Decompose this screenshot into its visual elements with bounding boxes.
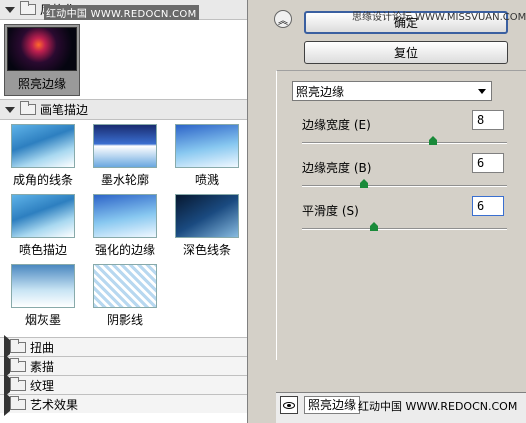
filter-thumb-label: 成角的线条 [12, 173, 73, 187]
category-label: 纹理 [30, 378, 55, 393]
param-label: 平滑度 (S) [302, 204, 359, 218]
filter-thumb-label: 阴影线 [106, 313, 143, 327]
filter-preview-image [7, 27, 77, 71]
param-label: 边缘亮度 (B) [302, 161, 372, 175]
slider-track[interactable] [302, 228, 507, 230]
collapsed-categories: 扭曲 素描 纹理 艺术效果 [0, 335, 247, 416]
category-label: 画笔描边 [40, 103, 89, 117]
filter-preview-image [93, 194, 157, 238]
category-label: 扭曲 [30, 340, 55, 355]
category-label: 艺术效果 [30, 397, 79, 412]
eye-icon[interactable] [280, 396, 298, 414]
filter-thumb[interactable]: 喷溅 [166, 122, 247, 192]
slider-track[interactable] [302, 185, 507, 187]
filter-preview-image [175, 124, 239, 168]
triangle-down-icon[interactable] [4, 104, 16, 116]
filter-thumb[interactable]: 深色线条 [166, 192, 247, 262]
slider-track[interactable] [302, 142, 507, 144]
folder-icon [20, 101, 36, 115]
param-smoothness: 平滑度 (S) 6 [302, 196, 507, 242]
filter-settings-panel: ︽ 确定 思缘设计论坛 WWW.MISSVUAN.COM 复位 照亮边缘 边缘宽… [262, 0, 526, 423]
filter-thumb-label: 喷溅 [194, 173, 219, 187]
folder-icon [10, 357, 26, 372]
filter-thumb-label: 喷色描边 [18, 243, 67, 257]
filter-thumb-label: 强化的边缘 [94, 243, 155, 257]
edge-brightness-input[interactable]: 6 [472, 153, 504, 173]
param-edge-width: 边缘宽度 (E) 8 [302, 110, 507, 156]
folder-icon [10, 395, 26, 410]
folder-icon [20, 1, 36, 15]
filter-thumb[interactable]: 强化的边缘 [84, 192, 166, 262]
triangle-down-icon[interactable] [4, 4, 16, 16]
filter-select-value: 照亮边缘 [296, 84, 345, 99]
edge-width-input[interactable]: 8 [472, 110, 504, 130]
layer-name: 照亮边缘 [304, 396, 361, 414]
reset-button[interactable]: 复位 [304, 41, 508, 64]
category-distort[interactable]: 扭曲 [0, 335, 247, 359]
filter-preview-image [11, 264, 75, 308]
watermark-top: 红动中国 WWW.REDOCN.COM [44, 5, 199, 20]
filter-thumb[interactable]: 墨水轮廓 [84, 122, 166, 192]
filter-preview-image [11, 194, 75, 238]
category-artistic[interactable]: 艺术效果 [0, 392, 247, 416]
filter-preview-image [93, 124, 157, 168]
param-label: 边缘宽度 (E) [302, 118, 371, 132]
brush-thumbnails: 成角的线条 墨水轮廓 喷溅 喷色描边 强化的边缘 深色线条 烟灰墨 阴影线 [0, 120, 247, 332]
filter-thumb-label: 深色线条 [182, 243, 231, 257]
dropdown-arrow-icon[interactable] [475, 84, 489, 98]
filter-thumb-label: 墨水轮廓 [100, 173, 149, 187]
category-label: 素描 [30, 359, 55, 374]
category-brush-strokes[interactable]: 画笔描边 [0, 100, 247, 120]
slider-thumb[interactable] [369, 222, 378, 231]
watermark-mid: 思缘设计论坛 WWW.MISSVUAN.COM [352, 12, 526, 23]
stylize-thumbnails: 照亮边缘 [0, 20, 247, 100]
collapse-up-icon[interactable]: ︽ [274, 10, 292, 28]
slider-thumb[interactable] [359, 179, 368, 188]
filter-thumb[interactable]: 阴影线 [84, 262, 166, 332]
filter-thumb[interactable]: 喷色描边 [2, 192, 84, 262]
filter-thumb[interactable]: 成角的线条 [2, 122, 84, 192]
filter-thumb-label: 照亮边缘 [17, 77, 66, 91]
effect-layer-row[interactable]: 照亮边缘 红动中国 WWW.REDOCN.COM [276, 392, 526, 423]
filter-preview-image [93, 264, 157, 308]
filter-thumb-selected[interactable]: 照亮边缘 [4, 24, 80, 96]
category-texture[interactable]: 纹理 [0, 373, 247, 397]
filter-preview-image [175, 194, 239, 238]
filter-thumb-label: 烟灰墨 [24, 313, 61, 327]
filter-preview-image [11, 124, 75, 168]
folder-icon [10, 338, 26, 353]
param-edge-brightness: 边缘亮度 (B) 6 [302, 153, 507, 199]
folder-icon [10, 376, 26, 391]
watermark-bottom: 红动中国 WWW.REDOCN.COM [358, 400, 518, 413]
filter-options: 照亮边缘 边缘宽度 (E) 8 边缘亮度 (B) 6 平滑度 (S) 6 [276, 70, 526, 360]
filter-thumb[interactable]: 烟灰墨 [2, 262, 84, 332]
smoothness-input[interactable]: 6 [472, 196, 504, 216]
slider-thumb[interactable] [429, 136, 438, 145]
category-sketch[interactable]: 素描 [0, 354, 247, 378]
filter-select[interactable]: 照亮边缘 [292, 81, 492, 101]
filter-gallery-panel: 风格化 红动中国 WWW.REDOCN.COM 照亮边缘 画笔描边 成角的线条 … [0, 0, 248, 423]
